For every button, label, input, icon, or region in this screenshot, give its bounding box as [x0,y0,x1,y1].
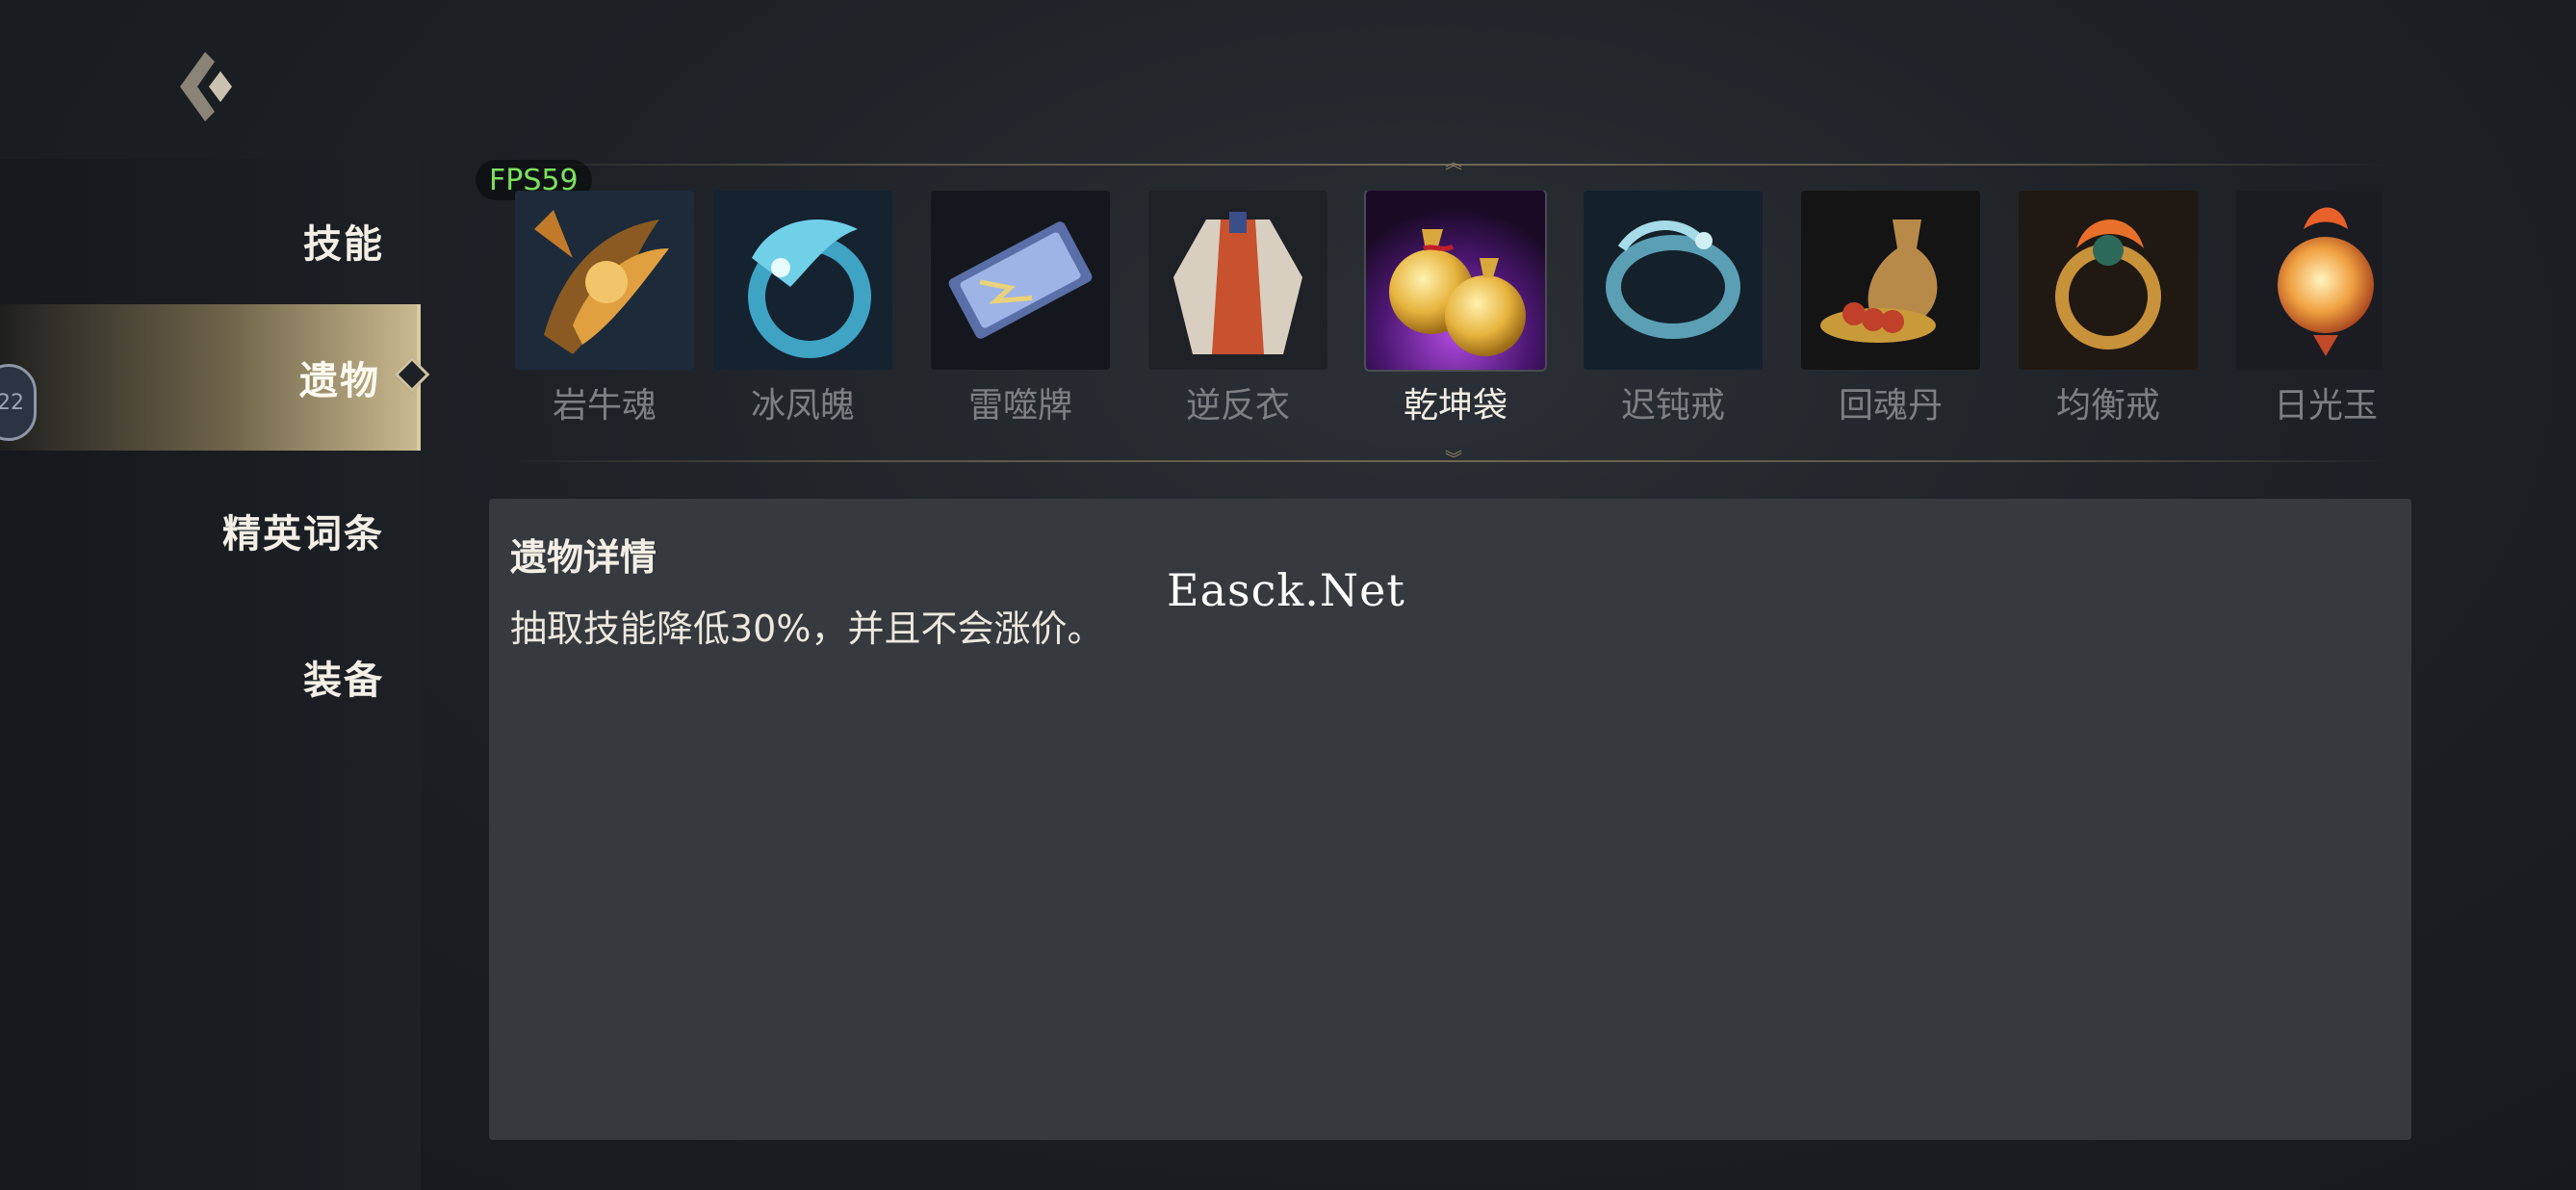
relic-name: 日光玉 [2273,386,2378,422]
ice-phoenix-icon [713,191,892,370]
back-arrow-icon [180,52,232,121]
active-diamond-icon [394,356,430,393]
detail-description: 抽取技能降低30%，并且不会涨价。 [510,608,1104,650]
detail-title: 遗物详情 [510,536,657,579]
robe-icon [1148,191,1327,370]
relic-list: 岩牛魂 冰凤魄 雷噬牌 逆反衣 乾坤袋 迟钝戒 回魂丹 均衡戒 日光玉 [515,191,2383,422]
relic-item[interactable]: 迟钝戒 [1584,191,1763,422]
relic-item[interactable]: 冰凤魄 [713,191,892,422]
sidebar-item-elite-affixes[interactable]: 精英词条 [0,457,421,604]
top-divider: ︽ [510,155,2392,172]
relic-name: 逆反衣 [1185,386,1290,422]
relic-item[interactable]: 雷噬牌 [931,191,1110,422]
relic-detail-panel: 遗物详情 抽取技能降低30%，并且不会涨价。 [489,499,2411,1140]
divider-ornament-icon: ︽ [1445,153,1462,173]
relic-name: 冰凤魄 [750,386,855,422]
back-button[interactable] [162,42,250,131]
sun-jade-icon [2236,191,2383,370]
sidebar-item-relics[interactable]: 遗物 [0,304,430,451]
watermark-text: Easck.Net [1167,564,1405,616]
relic-name: 雷噬牌 [967,386,1072,422]
avatar-text: 22 [0,390,24,415]
serpent-ring-icon [1584,191,1763,370]
sidebar-item-label: 精英词条 [222,512,384,556]
sidebar-item-label: 技能 [303,222,384,267]
relic-name: 均衡戒 [2055,386,2160,422]
sidebar-item-label: 装备 [303,659,384,703]
sidebar: 技能 遗物 精英词条 装备 [0,159,430,1190]
relic-item[interactable]: 回魂丹 [1801,191,1980,422]
gold-pouch-icon [1366,191,1545,370]
sidebar-item-skills[interactable]: 技能 [0,168,421,314]
relic-name: 岩牛魂 [552,386,657,422]
relic-item[interactable]: 日光玉 [2236,191,2383,422]
elixir-pot-icon [1801,191,1980,370]
relic-item[interactable]: 均衡戒 [2019,191,2198,422]
relic-name: 回魂丹 [1838,386,1943,422]
bottom-divider: ︾ [510,452,2392,469]
sidebar-item-equipment[interactable]: 装备 [0,604,421,750]
relic-item[interactable]: 岩牛魂 [515,191,694,422]
sidebar-item-label: 遗物 [299,359,380,403]
relic-item-selected[interactable]: 乾坤袋 [1366,191,1545,422]
bull-spirit-icon [515,191,694,370]
fire-ring-icon [2019,191,2198,370]
avatar[interactable]: 22 [0,364,37,441]
thunder-tablet-icon [931,191,1110,370]
divider-ornament-icon: ︾ [1445,450,1462,470]
relic-item[interactable]: 逆反衣 [1148,191,1327,422]
relic-name: 迟钝戒 [1620,386,1725,422]
relic-name: 乾坤袋 [1403,386,1507,422]
